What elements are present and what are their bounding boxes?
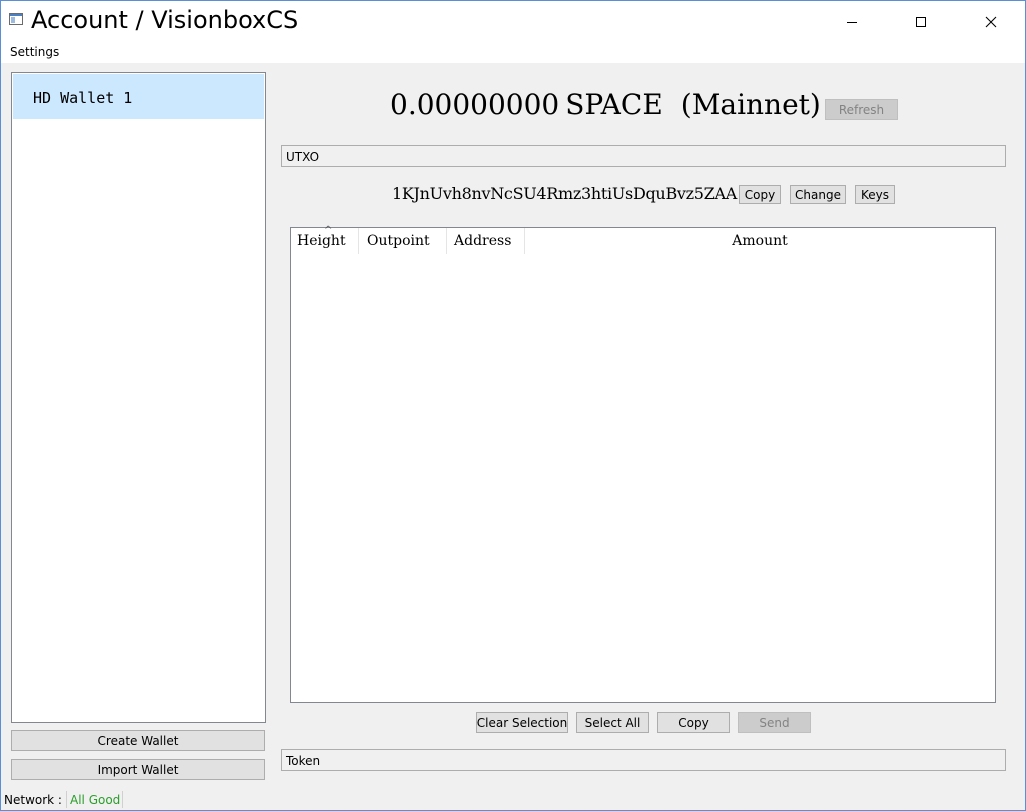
close-icon <box>985 16 997 28</box>
create-wallet-button[interactable]: Create Wallet <box>11 730 265 751</box>
column-header-height[interactable]: Height <box>291 228 359 254</box>
column-header-amount[interactable]: Amount <box>525 228 995 254</box>
keys-button[interactable]: Keys <box>855 185 895 204</box>
maximize-icon <box>916 17 926 27</box>
token-group-label: Token <box>286 754 321 768</box>
copy-rows-button[interactable]: Copy <box>657 712 730 733</box>
copy-address-button[interactable]: Copy <box>739 185 781 204</box>
token-group-header[interactable]: Token <box>281 749 1006 771</box>
utxo-group-header[interactable]: UTXO <box>281 145 1006 167</box>
maximize-button[interactable] <box>898 1 944 43</box>
change-address-button[interactable]: Change <box>790 185 846 204</box>
balance-amount: 0.00000000 <box>390 88 560 121</box>
minimize-button[interactable] <box>829 1 875 43</box>
column-header-address[interactable]: Address <box>447 228 525 254</box>
column-header-outpoint[interactable]: Outpoint <box>359 228 447 254</box>
network-name: (Mainnet) <box>680 88 821 121</box>
menu-bar: Settings <box>0 42 1026 63</box>
close-button[interactable] <box>968 1 1014 43</box>
network-status-value: All Good <box>70 793 121 807</box>
utxo-group-label: UTXO <box>286 150 320 164</box>
menu-settings[interactable]: Settings <box>10 45 59 59</box>
network-status-label: Network : <box>4 793 62 807</box>
send-button[interactable]: Send <box>738 712 811 733</box>
status-divider <box>122 791 123 808</box>
wallet-list-item[interactable]: HD Wallet 1 <box>13 74 264 119</box>
app-icon <box>9 12 23 26</box>
refresh-button[interactable]: Refresh <box>825 99 898 120</box>
wallet-item-label: HD Wallet 1 <box>33 89 133 107</box>
window-title: Account / VisionboxCS <box>31 6 299 34</box>
utxo-table[interactable]: ^ Height Outpoint Address Amount <box>290 225 996 703</box>
import-wallet-button[interactable]: Import Wallet <box>11 759 265 780</box>
minimize-icon <box>847 22 857 23</box>
wallet-address: 1KJnUvh8nvNcSU4Rmz3htiUsDquBvz5ZAA <box>392 184 737 203</box>
title-bar[interactable]: Account / VisionboxCS <box>0 0 1026 43</box>
wallet-list[interactable]: HD Wallet 1 <box>11 72 266 723</box>
select-all-button[interactable]: Select All <box>576 712 649 733</box>
balance-display: 0.00000000 SPACE (Mainnet) <box>390 88 821 121</box>
balance-unit: SPACE <box>565 88 663 121</box>
clear-selection-button[interactable]: Clear Selection <box>476 712 568 733</box>
status-divider <box>66 791 67 808</box>
